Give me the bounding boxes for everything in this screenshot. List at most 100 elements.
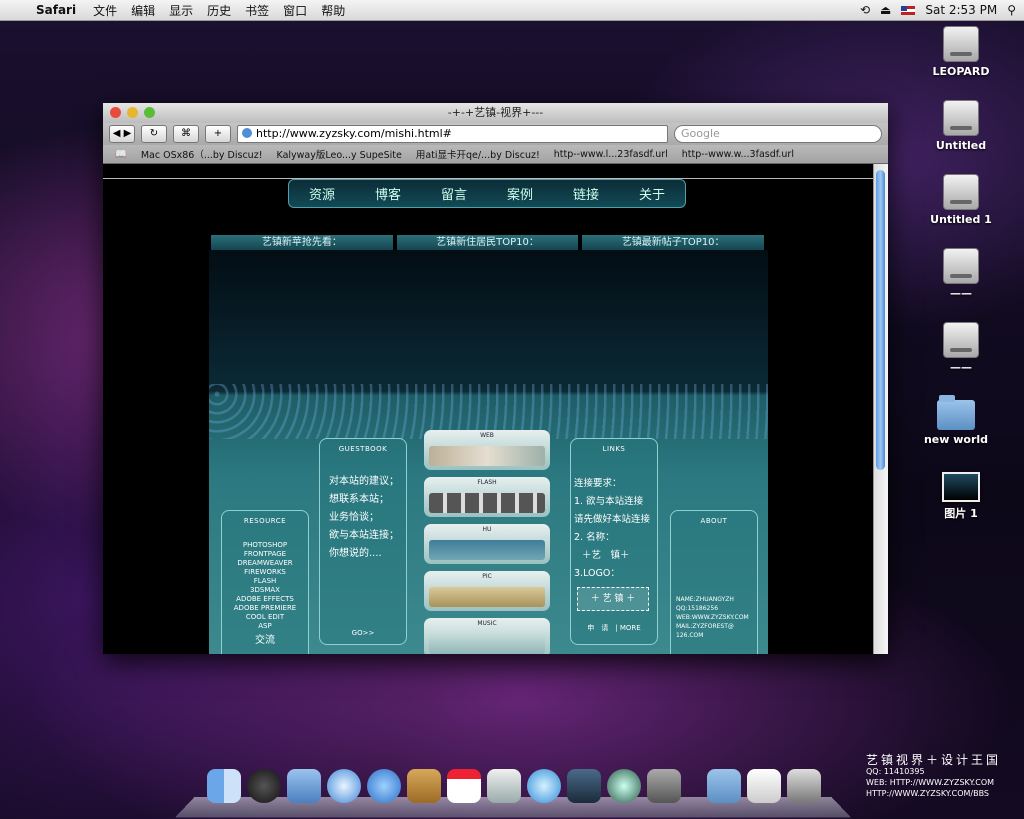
desktop-icon-leopard[interactable]: LEOPARD (926, 26, 996, 78)
folder-icon (937, 395, 975, 430)
links-line: 3.LOGO： (574, 568, 620, 579)
nav-about[interactable]: 关于 (639, 184, 665, 203)
resource-item[interactable]: ADOBE PREMIERE (222, 604, 308, 612)
about-line: WEB:WWW.ZYZSKY.COM (676, 614, 749, 621)
desktop-icon-untitled-1[interactable]: Untitled 1 (926, 174, 996, 226)
search-field[interactable]: Google (674, 125, 882, 143)
guestbook-go-link[interactable]: GO>> (320, 629, 406, 637)
desktop-icon-drive-5[interactable]: —— (926, 322, 996, 374)
links-apply-more[interactable]: 申 请 | MORE (571, 623, 657, 633)
links-line: 请先做好本站连接 (574, 514, 651, 525)
zoom-button[interactable] (144, 107, 155, 118)
reload-button[interactable]: ↻ (141, 125, 167, 143)
finder-icon[interactable] (207, 769, 241, 803)
snapback-button[interactable]: ⌘ (173, 125, 199, 143)
ichat-icon[interactable] (367, 769, 401, 803)
menu-bookmarks[interactable]: 书签 (245, 2, 269, 19)
time-machine-icon[interactable]: ⟲ (860, 3, 870, 17)
guestbook-heading: GUESTBOOK (338, 445, 388, 453)
menu-file[interactable]: 文件 (93, 2, 117, 19)
desktop-icon-untitled[interactable]: Untitled (926, 100, 996, 152)
add-bookmark-button[interactable]: + (205, 125, 231, 143)
bookmark-2[interactable]: Kalyway版Leo...y SupeSite (277, 147, 402, 161)
bookmark-3[interactable]: 用ati显卡开qe/...by Discuz! (416, 147, 540, 161)
address-bar[interactable]: http://www.zyzsky.com/mishi.html# (237, 125, 668, 143)
bookmarks-book-icon[interactable]: 📖 (115, 149, 127, 160)
menu-window[interactable]: 窗口 (283, 2, 307, 19)
time-machine-dock-icon[interactable] (607, 769, 641, 803)
about-heading: ABOUT (700, 517, 728, 525)
hard-drive-icon (943, 248, 979, 284)
nav-blog[interactable]: 博客 (375, 184, 401, 203)
menu-history[interactable]: 历史 (207, 2, 231, 19)
nav-resources[interactable]: 资源 (309, 184, 335, 203)
tab-new-works[interactable]: 艺镇新苹抢先看： (211, 235, 393, 250)
tab-new-residents[interactable]: 艺镇新住居民TOP10： (396, 235, 579, 250)
nav-guestbook[interactable]: 留言 (441, 184, 467, 203)
card-pic[interactable]: PIC (424, 571, 550, 611)
itunes-icon[interactable] (527, 769, 561, 803)
spotlight-icon[interactable]: ⚲ (1007, 3, 1016, 17)
bookmark-5[interactable]: http--www.w...3fasdf.url (682, 149, 794, 160)
menu-help[interactable]: 帮助 (321, 2, 345, 19)
bookmark-1[interactable]: Mac OSx86（...by Discuz! (141, 147, 263, 161)
card-music[interactable]: MUSIC (424, 618, 550, 654)
status-area: ⟲ ⏏ Sat 2:53 PM ⚲ (860, 0, 1016, 20)
resource-item[interactable]: COOL EDIT (222, 613, 308, 621)
resource-item[interactable]: FIREWORKS (222, 568, 308, 576)
category-cards: WEB FLASH HU PIC MUSIC (424, 430, 550, 654)
app-menu[interactable]: Safari (36, 3, 76, 17)
tab-new-posts[interactable]: 艺镇最新帖子TOP10： (582, 235, 765, 250)
back-button[interactable]: ◀ ▶ (109, 125, 135, 143)
site-logo-badge[interactable]: ＋ 艺 镇 ＋ (577, 587, 649, 611)
folder-stack-icon[interactable] (707, 769, 741, 803)
watermark-web: WEB: HTTP://WWW.ZYZSKY.COM (866, 778, 995, 787)
bookmarks-bar: 📖 Mac OSx86（...by Discuz! Kalyway版Leo...… (103, 145, 888, 164)
dashboard-icon[interactable] (247, 769, 281, 803)
desktop-icon-new-world[interactable]: new world (921, 395, 991, 446)
resource-item[interactable]: 3DSMAX (222, 586, 308, 594)
resource-item[interactable]: ADOBE EFFECTS (222, 595, 308, 603)
watermark-title: 艺镇视界＋设计王国 (866, 753, 1002, 767)
address-book-icon[interactable] (407, 769, 441, 803)
resource-item[interactable]: PHOTOSHOP (222, 541, 308, 549)
scrollbar-thumb[interactable] (876, 170, 885, 470)
card-web[interactable]: WEB (424, 430, 550, 470)
preview-icon[interactable] (487, 769, 521, 803)
hard-drive-icon (943, 174, 979, 210)
resource-item[interactable]: FRONTPAGE (222, 550, 308, 558)
watermark-bbs: HTTP://WWW.ZYZSKY.COM/BBS (866, 789, 990, 798)
links-line: 1. 欲与本站连接 (574, 496, 644, 507)
resource-item[interactable]: DREAMWEAVER (222, 559, 308, 567)
card-hu[interactable]: HU (424, 524, 550, 564)
browser-toolbar: ◀ ▶ ↻ ⌘ + http://www.zyzsky.com/mishi.ht… (103, 123, 888, 145)
links-heading: LINKS (602, 445, 626, 453)
resource-exchange[interactable]: 交流 (222, 631, 308, 646)
window-titlebar[interactable]: -+-+艺镇-视界+--- (103, 103, 888, 123)
card-flash[interactable]: FLASH (424, 477, 550, 517)
desktop-icon-picture[interactable]: 图片 1 (926, 472, 996, 521)
bookmark-4[interactable]: http--www.l...23fasdf.url (554, 149, 668, 160)
spaces-icon[interactable] (567, 769, 601, 803)
eject-icon[interactable]: ⏏ (880, 3, 891, 17)
resource-item[interactable]: FLASH (222, 577, 308, 585)
mail-icon[interactable] (287, 769, 321, 803)
desktop-icon-drive-4[interactable]: —— (926, 248, 996, 300)
menubar-clock[interactable]: Sat 2:53 PM (925, 3, 997, 17)
vertical-scrollbar[interactable] (873, 164, 888, 654)
document-icon[interactable] (747, 769, 781, 803)
minimize-button[interactable] (127, 107, 138, 118)
close-button[interactable] (110, 107, 121, 118)
menu-edit[interactable]: 编辑 (131, 2, 155, 19)
site-stage: RESOURCE PHOTOSHOP FRONTPAGE DREAMWEAVER… (209, 250, 768, 654)
nav-cases[interactable]: 案例 (507, 184, 533, 203)
links-line: 2. 名称： (574, 532, 615, 543)
input-flag-icon[interactable] (901, 5, 916, 15)
ical-icon[interactable] (447, 769, 481, 803)
system-preferences-icon[interactable] (647, 769, 681, 803)
resource-item[interactable]: ASP (222, 622, 308, 630)
trash-icon[interactable] (787, 769, 821, 803)
safari-icon[interactable] (327, 769, 361, 803)
nav-links[interactable]: 链接 (573, 184, 599, 203)
menu-view[interactable]: 显示 (169, 2, 193, 19)
